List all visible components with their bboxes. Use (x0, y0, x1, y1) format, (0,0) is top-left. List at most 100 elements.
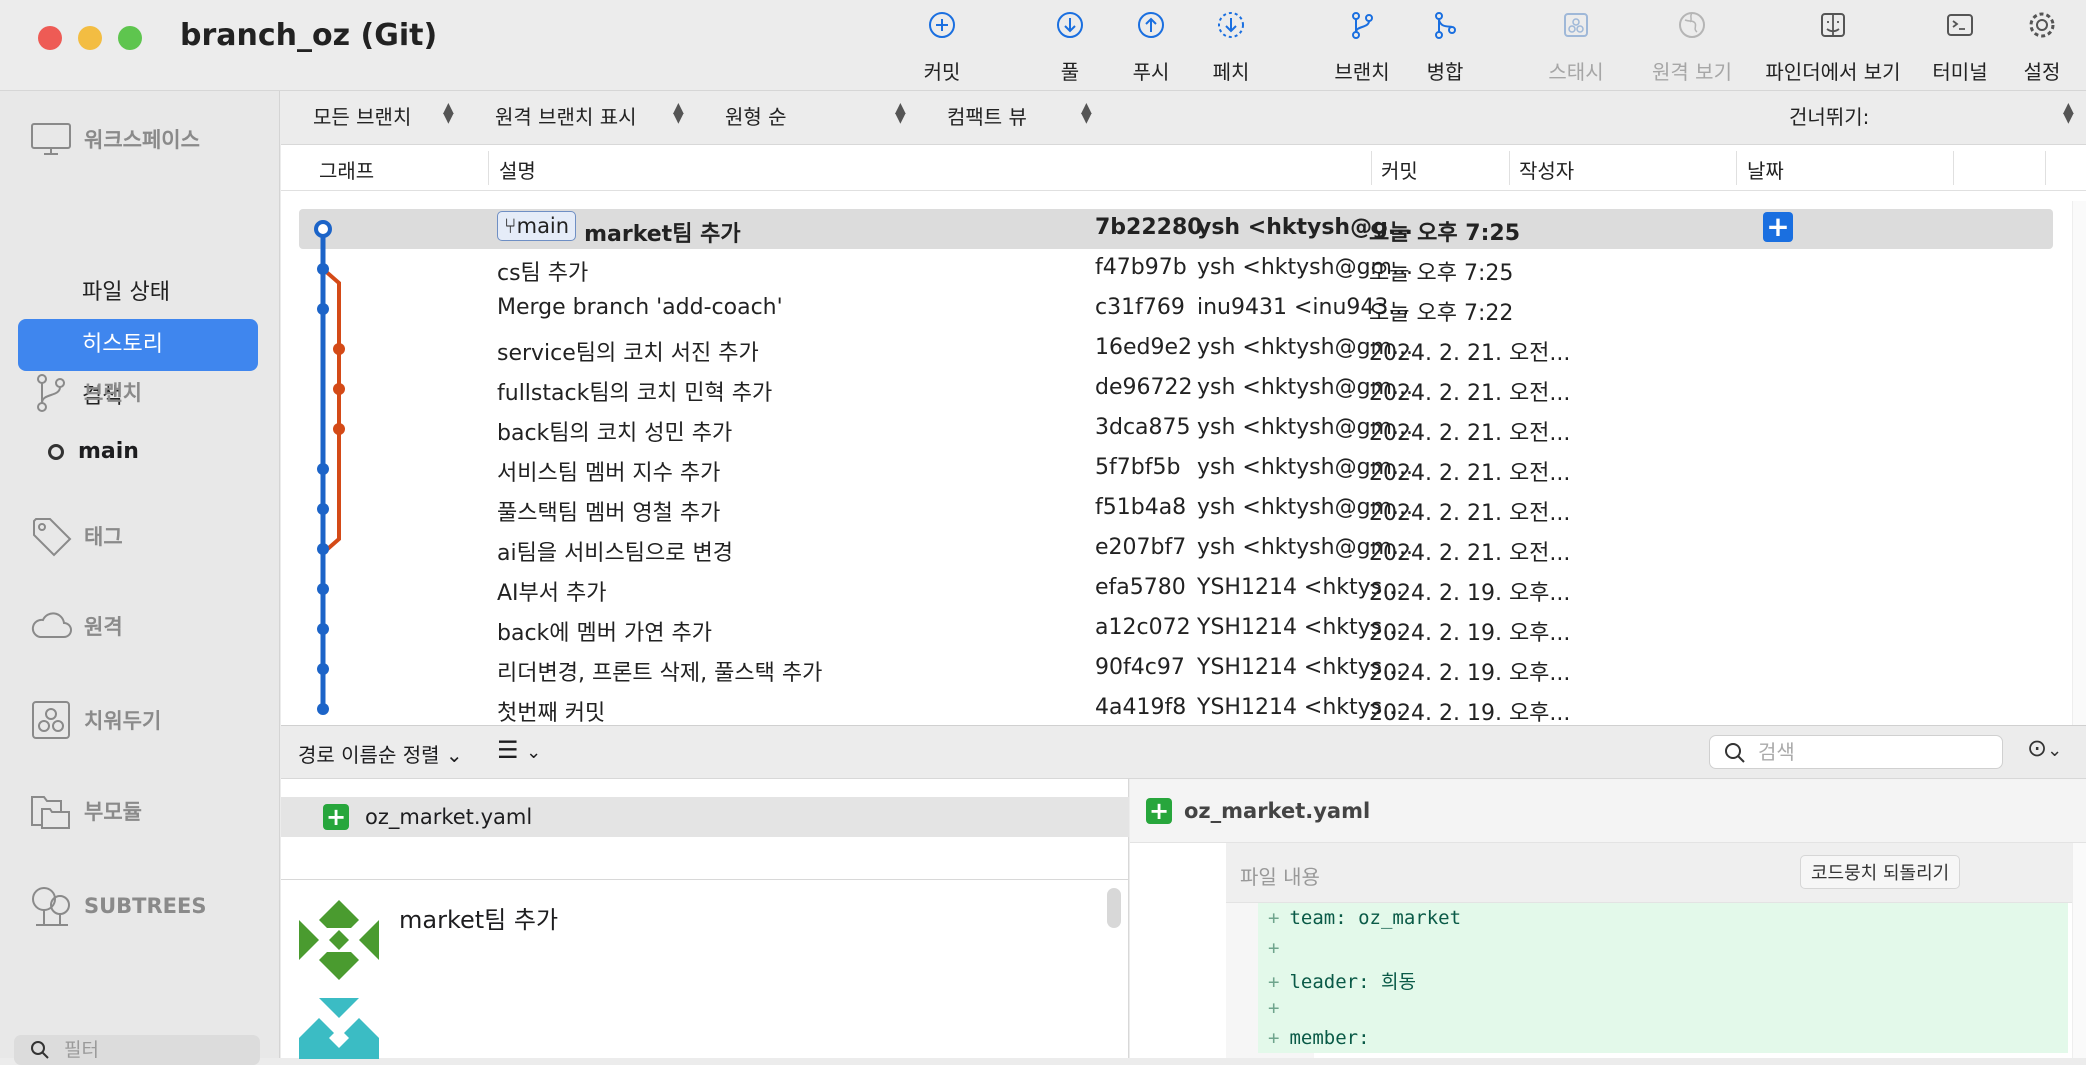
graph-node[interactable] (317, 543, 329, 555)
table-row[interactable]: back에 멤버 가연 추가 a12c072 YSH1214 <hktys... 20… (299, 609, 2053, 649)
column-divider[interactable] (1509, 151, 1510, 185)
table-row[interactable]: service팀의 코치 서진 추가 16ed9e2 ysh <hktysh@gm.… (299, 329, 2053, 369)
added-line: + team: oz_market (1258, 903, 2068, 933)
folder-stack-icon (31, 796, 70, 829)
diff-view: + oz_market.yaml 파일 내용 코드뭉치 되돌리기 1+team:… (1130, 779, 2086, 1058)
column-divider[interactable] (1736, 151, 1737, 185)
settings-button[interactable]: 설정 (1982, 8, 2086, 85)
column-header-author[interactable]: 작성자 (1519, 155, 1574, 184)
commit-date: 2024. 2. 21. 오전... (1369, 501, 1571, 526)
table-row[interactable]: cs팀 추가 f47b97b ysh <hktysh@gm... 오늘 오후 7:25 (299, 249, 2053, 289)
column-header-graph[interactable]: 그래프 (319, 155, 374, 184)
submodules-section[interactable]: 부모듈 (30, 791, 142, 831)
table-row[interactable]: back팀의 코치 성민 추가 3dca875 ysh <hktysh@gm... 2… (299, 409, 2053, 449)
column-divider[interactable] (488, 151, 489, 185)
more-options-button[interactable]: ⊙⌄ (2027, 734, 2062, 762)
table-row[interactable]: ai팀을 서비스팀으로 변경 e207bf7 ysh <hktysh@gm... 20… (299, 529, 2053, 569)
workspace-section[interactable]: 워크스페이스 (30, 121, 200, 157)
commit-list: ⑂main market팀 추가 7b22280 ysh <hktysh@g...… (281, 201, 2071, 725)
table-row[interactable]: Merge branch 'add-coach' c31f769 inu9431 <… (299, 289, 2053, 329)
stash-label: 스태시 (1548, 60, 1604, 84)
minimize-window-button[interactable] (78, 26, 102, 50)
history-scrollbar[interactable] (2072, 201, 2086, 725)
diff-scrollbar[interactable] (2072, 843, 2086, 1058)
graph-node[interactable] (317, 303, 329, 315)
chevron-down-icon: ⌄ (526, 742, 542, 763)
merge-button[interactable]: 병합 (1385, 8, 1505, 85)
commit-message: market팀 추가 (584, 222, 741, 247)
column-header-commit[interactable]: 커밋 (1381, 155, 1418, 184)
remote-view-button[interactable]: 원격 보기 (1632, 8, 1752, 85)
add-plus-icon[interactable]: + (1763, 212, 1793, 242)
commit-button[interactable]: 커밋 (882, 8, 1002, 85)
table-row[interactable]: 풀스택팀 멤버 영철 추가 f51b4a8 ysh <hktysh@gm... 202… (299, 489, 2053, 529)
list-view-menu[interactable]: ☰ ⌄ (497, 736, 541, 764)
detail-scrollbar-thumb[interactable] (1107, 888, 1121, 928)
stashes-section[interactable]: 치워두기 (30, 699, 161, 741)
branches-filter-select[interactable]: 모든 브랜치 (313, 101, 411, 130)
table-row[interactable]: fullstack팀의 코치 민혁 추가 de96722 ysh <hktysh@g… (299, 369, 2053, 409)
sort-menu[interactable]: 경로 이름순 정렬 ⌄ (298, 739, 463, 768)
commit-date: 2024. 2. 21. 오전... (1369, 381, 1571, 406)
sidebar: 워크스페이스 파일 상태 히스토리 검색 브랜치 main 태그 원격 치워두기… (0, 91, 280, 1065)
commit-date: 2024. 2. 19. 오후... (1369, 661, 1571, 686)
table-row[interactable]: AI부서 추가 efa5780 YSH1214 <hktys... 2024. 2. … (299, 569, 2053, 609)
sort-label: 경로 이름순 정렬 (298, 743, 440, 767)
close-window-button[interactable] (38, 26, 62, 50)
stash-button[interactable]: 스태시 (1516, 8, 1636, 85)
table-row[interactable]: 서비스팀 멤버 지수 추가 5f7bf5b ysh <hktysh@gm... 202… (299, 449, 2053, 489)
column-divider[interactable] (1371, 151, 1372, 185)
graph-node[interactable] (333, 423, 345, 435)
search-placeholder: 검색 (1758, 740, 1795, 764)
column-divider[interactable] (2045, 151, 2046, 185)
remote-branches-select[interactable]: 원격 브랜치 표시 (495, 101, 637, 130)
graph-node[interactable] (317, 703, 329, 715)
zoom-window-button[interactable] (118, 26, 142, 50)
diff-line: 4+ (1130, 993, 2086, 1023)
list-icon: ☰ (497, 736, 519, 764)
file-name: oz_market.yaml (365, 805, 533, 829)
file-search-input[interactable]: 검색 (1709, 735, 2003, 769)
sidebar-item-file-status[interactable]: 파일 상태 (18, 267, 258, 319)
show-in-finder-button[interactable]: 파인더에서 보기 (1753, 8, 1913, 85)
sidebar-filter-input[interactable]: 필터 (14, 1035, 260, 1065)
added-file-icon: + (323, 804, 349, 830)
table-row[interactable]: 리더변경, 프론트 삭제, 풀스택 추가 90f4c97 YSH1214 <hkty… (299, 649, 2053, 689)
subtrees-section[interactable]: SUBTREES (30, 885, 207, 927)
plus-marker: + (1268, 997, 1280, 1019)
graph-node[interactable] (317, 663, 329, 675)
order-select[interactable]: 원형 순 (725, 101, 787, 130)
remotes-section[interactable]: 원격 (30, 609, 123, 643)
diff-line: 3+leader: 희동 (1130, 963, 2086, 993)
graph-node[interactable] (333, 343, 345, 355)
revert-hunk-button[interactable]: 코드뭉치 되돌리기 (1800, 855, 1961, 889)
branches-section[interactable]: 브랜치 (30, 371, 142, 413)
chevron-updown-icon[interactable]: ▲ ▼ (2063, 101, 2074, 125)
table-row[interactable]: ⑂main market팀 추가 7b22280 ysh <hktysh@g...… (299, 209, 2053, 249)
sidebar-item-history[interactable]: 히스토리 (18, 319, 258, 371)
view-mode-select[interactable]: 컴팩트 뷰 (947, 101, 1027, 130)
workspace-label: 워크스페이스 (84, 128, 200, 152)
column-header-date[interactable]: 날짜 (1747, 155, 1784, 184)
graph-node[interactable] (333, 383, 345, 395)
table-header: 그래프 설명 커밋 작성자 날짜 (281, 145, 2086, 191)
graph-node[interactable] (317, 503, 329, 515)
list-item[interactable]: + oz_market.yaml (281, 797, 1129, 837)
graph-node[interactable] (317, 263, 329, 275)
graph-node[interactable] (317, 463, 329, 475)
sidebar-branch-main[interactable]: main (48, 439, 139, 464)
tags-section[interactable]: 태그 (30, 515, 123, 557)
tags-label: 태그 (84, 525, 123, 549)
fetch-button[interactable]: 페치 (1171, 8, 1291, 85)
search-icon (1725, 743, 1745, 763)
table-row[interactable]: 첫번째 커밋 4a419f8 YSH1214 <hktys... 2024. 2. 1… (299, 689, 2053, 725)
line-text: team: oz_market (1289, 907, 1462, 929)
fetch-icon (1218, 12, 1244, 38)
column-header-description[interactable]: 설명 (499, 155, 536, 184)
graph-node[interactable] (317, 623, 329, 635)
graph-node-head[interactable] (314, 220, 332, 238)
toolbar: branch_oz (Git) 커밋 풀 푸시 페치 브랜치 병합 스태시 원격… (0, 0, 2086, 91)
graph-node[interactable] (317, 583, 329, 595)
column-divider[interactable] (1953, 151, 1954, 185)
commit-detail: market팀 추가 (281, 879, 1129, 1059)
